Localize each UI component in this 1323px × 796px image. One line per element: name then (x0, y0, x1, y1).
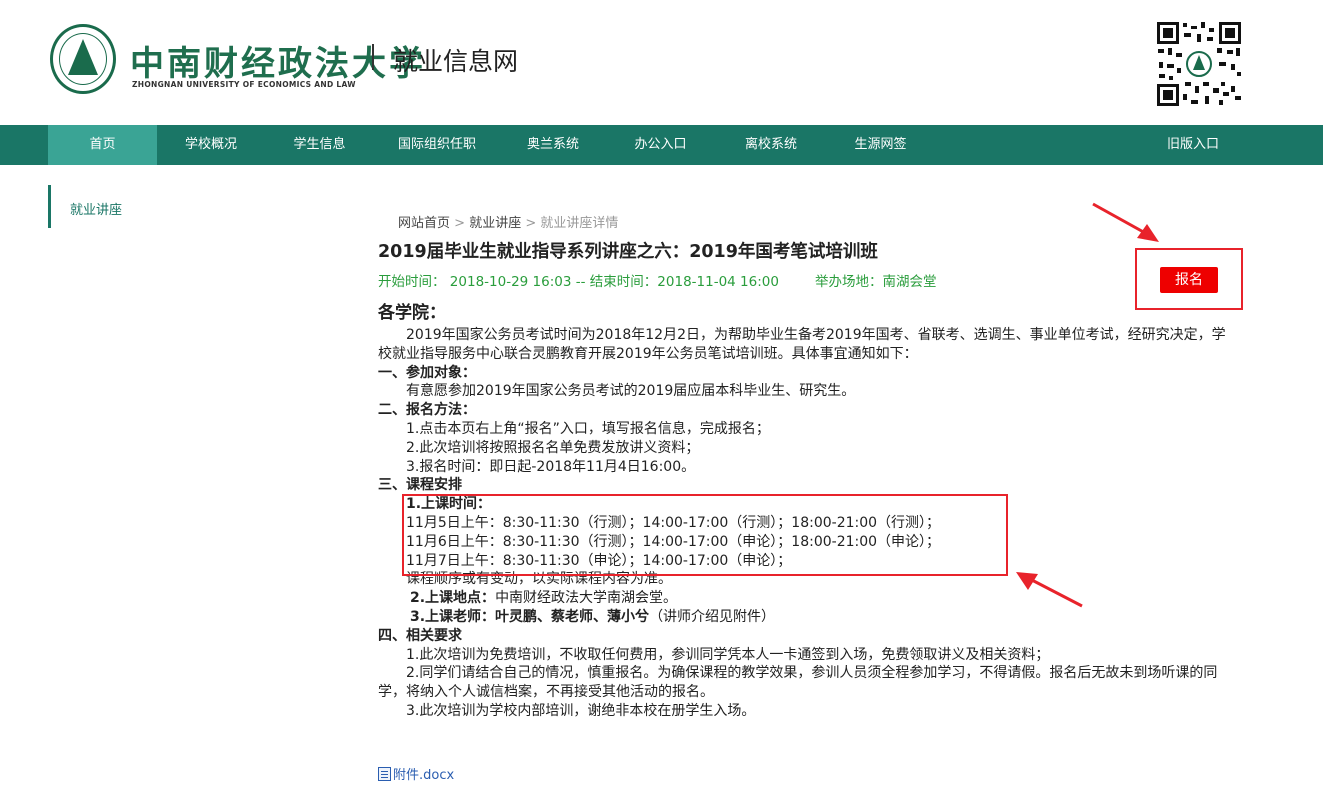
attachment-name: 附件.docx (393, 768, 455, 783)
nav-item-student-info[interactable]: 学生信息 (265, 125, 374, 165)
breadcrumb: 网站首页 > 就业讲座 > 就业讲座详情 (398, 212, 618, 231)
section-heading: 二、报名方法： (378, 402, 476, 419)
start-time-value: 2018-10-29 16:03 (449, 274, 572, 290)
event-venue: 举办场地：南湖会堂 (815, 270, 937, 290)
intro-paragraph: 2019年国家公务员考试时间为2018年12月2日，为帮助毕业生备考2019年国… (378, 327, 1226, 362)
signup-button[interactable]: 报名 (1160, 267, 1218, 293)
venue-value: 南湖会堂 (882, 274, 937, 290)
site-title: 就业信息网 (393, 47, 519, 76)
nav-item-leave-school-system[interactable]: 离校系统 (715, 125, 827, 165)
schedule-highlight-box (402, 494, 1008, 576)
place-label: 2.上课地点： (410, 590, 496, 607)
university-logo (50, 24, 116, 94)
main-nav: 首页 学校概况 学生信息 国际组织任职 奥兰系统 办公入口 离校系统 生源网签 … (0, 125, 1323, 165)
university-name-en: ZHONGNAN UNIVERSITY OF ECONOMICS AND LAW (132, 80, 356, 89)
list-item: 3.报名时间：即日起-2018年11月4日16:00。 (378, 458, 696, 475)
nav-item-old-version[interactable]: 旧版入口 (1148, 125, 1238, 165)
list-item: 1.此次培训为免费培训，不收取任何费用，参训同学凭本人一卡通签到入场，免费领取讲… (378, 646, 1050, 663)
start-time-label: 开始时间： (378, 274, 446, 290)
venue-label: 举办场地： (815, 274, 883, 290)
arrow-annotation-icon (1092, 202, 1159, 242)
nav-item-international-org[interactable]: 国际组织任职 (374, 125, 500, 165)
section-heading: 四、相关要求 (378, 627, 462, 644)
attachment-link[interactable]: 附件.docx (378, 764, 454, 783)
university-name-cn: 中南财经政法大学 (130, 44, 426, 84)
nav-item-aolan-system[interactable]: 奥兰系统 (500, 125, 606, 165)
article-title: 2019届毕业生就业指导系列讲座之六：2019年国考笔试培训班 (378, 242, 878, 262)
place-value: 中南财经政法大学南湖会堂。 (495, 590, 678, 607)
breadcrumb-separator: > (454, 216, 466, 231)
nav-item-office-portal[interactable]: 办公入口 (606, 125, 715, 165)
end-time-label: 结束时间： (589, 274, 658, 290)
document-icon (378, 767, 391, 781)
greeting: 各学院： (378, 303, 446, 323)
qr-code-icon (1155, 20, 1243, 108)
sidebar-active-bar (48, 185, 51, 228)
header-divider (372, 44, 374, 70)
time-separator: -- (575, 274, 586, 290)
teacher-label: 3.上课老师：叶灵鹏、蔡老师、薄小兮 (410, 608, 650, 625)
breadcrumb-home[interactable]: 网站首页 (398, 216, 450, 231)
event-time: 开始时间： 2018-10-29 16:03 -- 结束时间：2018-11-0… (378, 270, 779, 290)
breadcrumb-current: 就业讲座详情 (540, 216, 619, 231)
teacher-note: （讲师介绍见附件） (649, 608, 776, 625)
list-item: 2.同学们请结合自己的情况，慎重报名。为确保课程的教学效果，参训人员须全程参加学… (378, 665, 1218, 701)
list-item: 1.点击本页右上角“报名”入口，填写报名信息，完成报名； (378, 420, 770, 437)
breadcrumb-section[interactable]: 就业讲座 (469, 216, 521, 231)
section-heading: 三、课程安排 (378, 477, 462, 494)
breadcrumb-separator: > (525, 216, 537, 231)
nav-item-school-overview[interactable]: 学校概况 (157, 125, 265, 165)
nav-item-home[interactable]: 首页 (48, 125, 157, 165)
end-time-value: 2018-11-04 16:00 (657, 274, 779, 290)
list-item: 2.此次培训将按照报名名单免费发放讲义资料； (378, 439, 700, 456)
nav-item-contract-signing[interactable]: 生源网签 (827, 125, 934, 165)
sidebar-item-career-lectures[interactable]: 就业讲座 (70, 199, 122, 218)
list-item: 3.此次培训为学校内部培训，谢绝非本校在册学生入场。 (378, 702, 756, 719)
section-text: 有意愿参加2019年国家公务员考试的2019届应届本科毕业生、研究生。 (378, 383, 856, 400)
section-heading: 一、参加对象： (378, 364, 476, 381)
